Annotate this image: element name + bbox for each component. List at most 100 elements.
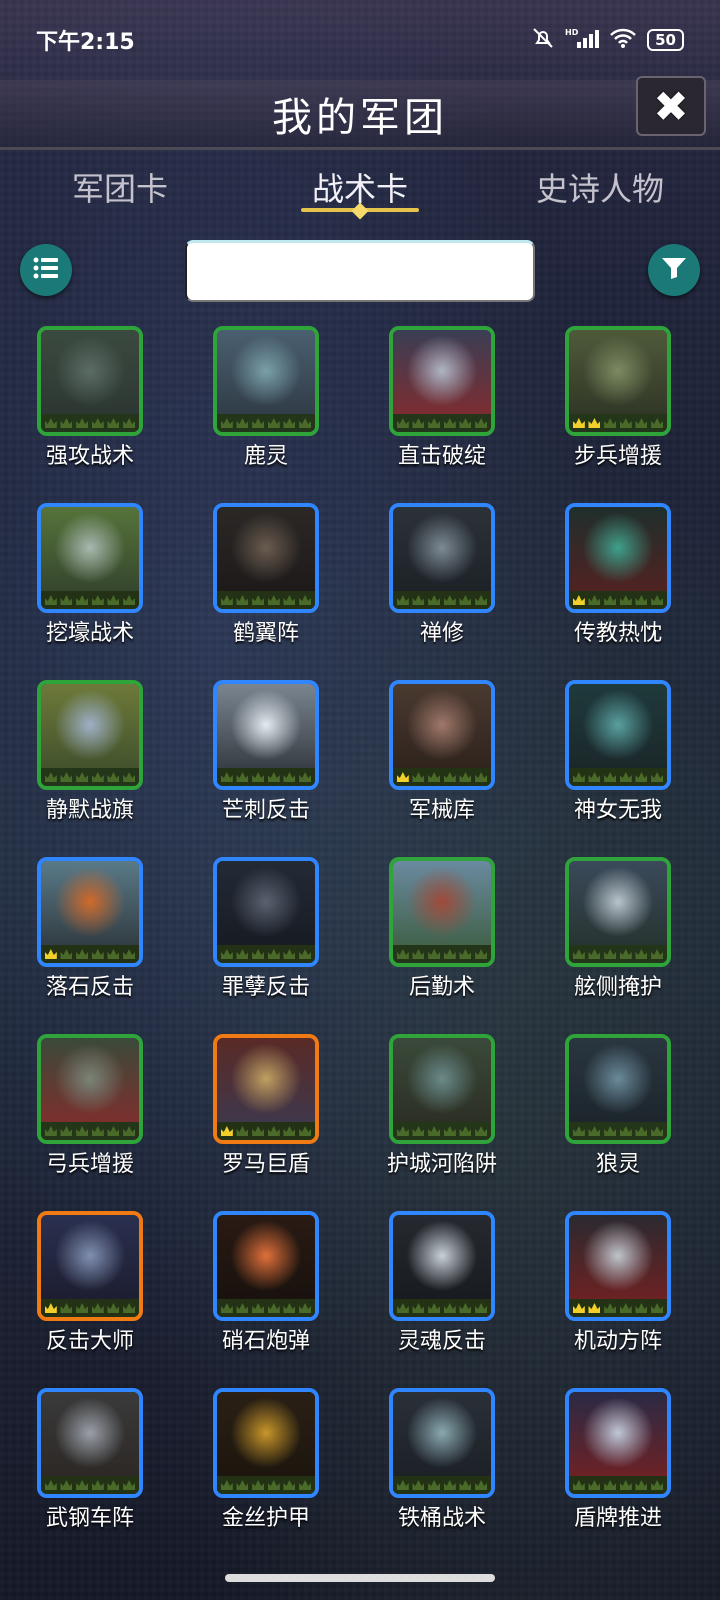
tactic-card[interactable]: 狼灵 bbox=[528, 1034, 708, 1204]
tactic-card[interactable]: 盾牌推进 bbox=[528, 1388, 708, 1558]
tactic-card[interactable]: 弓兵增援 bbox=[0, 1034, 180, 1204]
card-crown-strip bbox=[217, 945, 315, 963]
card-crown-strip bbox=[41, 945, 139, 963]
crown-icon bbox=[443, 1303, 456, 1313]
crown-icon bbox=[123, 772, 136, 782]
crown-icon bbox=[443, 1480, 456, 1490]
card-frame bbox=[389, 1388, 495, 1498]
card-frame bbox=[565, 1034, 671, 1144]
crown-icon bbox=[604, 772, 617, 782]
card-frame bbox=[565, 503, 671, 613]
tactic-card[interactable]: 军械库 bbox=[352, 680, 532, 850]
crown-icon bbox=[60, 949, 73, 959]
tactic-card[interactable]: 护城河陷阱 bbox=[352, 1034, 532, 1204]
card-crown-strip bbox=[569, 414, 667, 432]
crown-icon bbox=[236, 418, 249, 428]
close-icon: ✖ bbox=[653, 81, 689, 131]
card-frame bbox=[389, 1211, 495, 1321]
tactic-card[interactable]: 步兵增援 bbox=[528, 326, 708, 496]
tactic-card[interactable]: 禅修 bbox=[352, 503, 532, 673]
crown-icon bbox=[267, 418, 280, 428]
tactic-card[interactable]: 芒刺反击 bbox=[176, 680, 356, 850]
card-label: 步兵增援 bbox=[573, 444, 662, 469]
tactic-card[interactable]: 后勤术 bbox=[352, 857, 532, 1027]
card-crown-strip bbox=[41, 768, 139, 786]
tactic-card[interactable]: 灵魂反击 bbox=[352, 1211, 532, 1381]
card-label: 禅修 bbox=[419, 621, 464, 646]
tactic-card[interactable]: 舷侧掩护 bbox=[528, 857, 708, 1027]
tactic-card[interactable]: 传教热忱 bbox=[528, 503, 708, 673]
crown-icon bbox=[236, 1303, 249, 1313]
tactic-card[interactable]: 鹤翼阵 bbox=[176, 503, 356, 673]
card-frame bbox=[37, 326, 143, 436]
tactic-card[interactable]: 金丝护甲 bbox=[176, 1388, 356, 1558]
crown-icon bbox=[107, 1126, 120, 1136]
crown-icon bbox=[428, 772, 441, 782]
crown-icon bbox=[91, 772, 104, 782]
crown-icon bbox=[252, 949, 265, 959]
crown-icon bbox=[76, 1480, 89, 1490]
search-input[interactable] bbox=[185, 240, 535, 302]
status-icons: HD 50 bbox=[531, 26, 684, 55]
tactic-card[interactable]: 挖壕战术 bbox=[0, 503, 180, 673]
tactic-card[interactable]: 神女无我 bbox=[528, 680, 708, 850]
card-frame bbox=[389, 326, 495, 436]
card-frame bbox=[389, 503, 495, 613]
card-frame bbox=[37, 1211, 143, 1321]
list-view-button[interactable] bbox=[20, 244, 72, 296]
crown-icon bbox=[635, 1303, 648, 1313]
filter-button[interactable] bbox=[648, 244, 700, 296]
crown-icon bbox=[236, 949, 249, 959]
tab-legion-cards[interactable]: 军团卡 bbox=[0, 158, 240, 222]
crown-icon bbox=[220, 418, 233, 428]
crown-icon bbox=[651, 595, 664, 605]
card-label: 强攻战术 bbox=[45, 444, 134, 469]
crown-icon bbox=[412, 949, 425, 959]
card-label: 反击大师 bbox=[45, 1329, 134, 1354]
card-frame bbox=[213, 857, 319, 967]
crown-icon bbox=[44, 595, 57, 605]
tactic-card[interactable]: 铁桶战术 bbox=[352, 1388, 532, 1558]
crown-icon bbox=[459, 418, 472, 428]
tab-epic-characters[interactable]: 史诗人物 bbox=[480, 158, 720, 222]
card-frame bbox=[389, 680, 495, 790]
crown-icon bbox=[252, 595, 265, 605]
tactic-card[interactable]: 落石反击 bbox=[0, 857, 180, 1027]
home-indicator[interactable] bbox=[225, 1574, 495, 1582]
list-icon bbox=[32, 256, 60, 284]
crown-icon bbox=[619, 949, 632, 959]
crown-icon bbox=[76, 1126, 89, 1136]
card-frame bbox=[37, 680, 143, 790]
tactic-card[interactable]: 罗马巨盾 bbox=[176, 1034, 356, 1204]
crown-icon bbox=[604, 418, 617, 428]
tactic-card[interactable]: 罪孽反击 bbox=[176, 857, 356, 1027]
tactic-card[interactable]: 硝石炮弹 bbox=[176, 1211, 356, 1381]
close-button[interactable]: ✖ bbox=[636, 76, 706, 136]
card-label: 灵魂反击 bbox=[397, 1329, 486, 1354]
card-label: 狼灵 bbox=[595, 1152, 640, 1177]
card-label: 鹿灵 bbox=[243, 444, 288, 469]
card-crown-strip bbox=[41, 1299, 139, 1317]
crown-icon bbox=[443, 949, 456, 959]
card-label: 后勤术 bbox=[408, 975, 475, 1000]
tactic-card[interactable]: 机动方阵 bbox=[528, 1211, 708, 1381]
crown-icon bbox=[60, 1126, 73, 1136]
crown-icon bbox=[475, 1480, 488, 1490]
crown-icon bbox=[459, 595, 472, 605]
crown-icon bbox=[428, 1480, 441, 1490]
card-label: 护城河陷阱 bbox=[386, 1152, 497, 1177]
crown-icon bbox=[283, 772, 296, 782]
crown-icon bbox=[428, 949, 441, 959]
tactic-card[interactable]: 直击破绽 bbox=[352, 326, 532, 496]
tactic-card[interactable]: 反击大师 bbox=[0, 1211, 180, 1381]
tactic-card[interactable]: 鹿灵 bbox=[176, 326, 356, 496]
status-time: 下午2:15 bbox=[36, 30, 135, 55]
crown-icon bbox=[299, 1126, 312, 1136]
tactic-card[interactable]: 武钢车阵 bbox=[0, 1388, 180, 1558]
tactic-card[interactable]: 强攻战术 bbox=[0, 326, 180, 496]
card-label: 舷侧掩护 bbox=[573, 975, 662, 1000]
card-crown-strip bbox=[41, 591, 139, 609]
crown-icon bbox=[123, 418, 136, 428]
tactic-card[interactable]: 静默战旗 bbox=[0, 680, 180, 850]
tab-tactic-cards[interactable]: 战术卡 bbox=[240, 158, 480, 222]
